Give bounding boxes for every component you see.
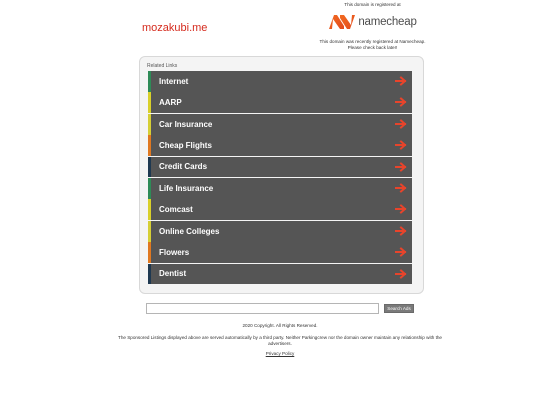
privacy-policy-link[interactable]: Privacy Policy (100, 351, 460, 357)
search-input[interactable] (146, 303, 379, 314)
related-links-panel: Related Links Internet AARP Car Insurance C… (139, 56, 424, 294)
related-link-label: Comcast (159, 205, 193, 215)
related-link-row[interactable]: Credit Cards (148, 156, 412, 178)
related-link-row[interactable]: Flowers (148, 242, 412, 263)
related-link-label: Life Insurance (159, 183, 214, 193)
right-arrow-icon (395, 140, 407, 151)
right-arrow-icon (395, 268, 407, 279)
registrar-block: This domain is registered at namecheap T… (310, 2, 435, 50)
disclaimer-line-1: The Sponsored Listings displayed above a… (118, 335, 442, 340)
related-link-label: Online Colleges (159, 226, 220, 236)
link-accent-bar (148, 220, 151, 242)
related-link-label: Cheap Flights (159, 141, 212, 151)
domain-title: mozakubi.me (142, 22, 208, 34)
related-links-list: Internet AARP Car Insurance Cheap Flights Cr… (148, 71, 412, 285)
right-arrow-icon (395, 225, 407, 236)
registered-at-text: This domain is registered at (344, 2, 401, 7)
namecheap-logo[interactable]: namecheap (310, 11, 435, 33)
related-link-row[interactable]: Internet (148, 71, 412, 92)
recent-note-line-1: This domain was recently registered at N… (319, 39, 426, 44)
link-accent-bar (148, 92, 151, 114)
related-link-row[interactable]: Comcast (148, 199, 412, 221)
search-ads-button[interactable]: Search Ads (384, 304, 414, 313)
right-arrow-icon (395, 97, 407, 108)
namecheap-logo-icon (329, 15, 356, 29)
link-accent-bar (148, 199, 151, 221)
related-links-title: Related Links (147, 63, 178, 69)
related-link-row[interactable]: Dentist (148, 263, 412, 285)
related-link-row[interactable]: Online Colleges (148, 220, 412, 242)
registrar-name: namecheap (358, 16, 417, 28)
link-accent-bar (148, 135, 151, 156)
related-link-label: Credit Cards (159, 162, 208, 172)
link-accent-bar (148, 113, 151, 135)
recent-note-line-2: Please check back later! (347, 44, 398, 50)
related-link-label: Car Insurance (159, 119, 213, 129)
link-accent-bar (148, 263, 151, 285)
related-link-row[interactable]: Car Insurance (148, 113, 412, 135)
right-arrow-icon (395, 204, 407, 215)
right-arrow-icon (395, 183, 407, 193)
link-accent-bar (148, 156, 151, 178)
disclaimer-text: The Sponsored Listings displayed above a… (100, 335, 460, 346)
related-link-label: Flowers (159, 248, 190, 258)
recent-registration-note: This domain was recently registered at N… (310, 39, 435, 50)
related-link-row[interactable]: Life Insurance (148, 177, 412, 199)
right-arrow-icon (395, 161, 407, 172)
related-link-row[interactable]: AARP (148, 92, 412, 114)
link-accent-bar (148, 242, 151, 263)
link-accent-bar (148, 71, 151, 92)
related-link-row[interactable]: Cheap Flights (148, 135, 412, 156)
copyright-text: 2020 Copyright. All Rights Reserved. (242, 323, 318, 328)
related-link-label: AARP (159, 98, 182, 108)
right-arrow-icon (395, 118, 407, 129)
related-link-label: Internet (159, 76, 189, 86)
search-bar: Search Ads (146, 303, 416, 315)
related-link-label: Dentist (159, 269, 187, 279)
right-arrow-icon (395, 76, 407, 86)
disclaimer-line-2: advertisers. (268, 340, 292, 346)
right-arrow-icon (395, 247, 407, 258)
parked-domain-page: mozakubi.me This domain is registered at… (0, 0, 560, 420)
link-accent-bar (148, 177, 151, 199)
